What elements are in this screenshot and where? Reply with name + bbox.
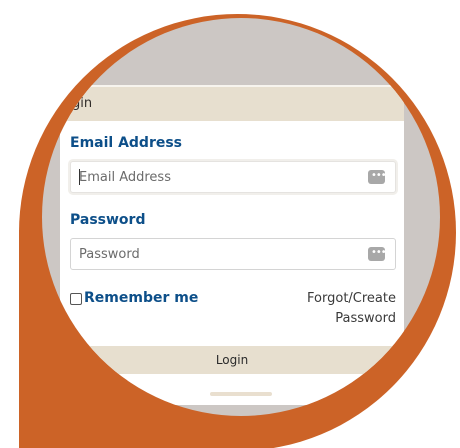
login-card: gin Email Address ••• Password ••• Remem…	[60, 85, 404, 405]
card-header-title: gin	[72, 96, 93, 111]
password-label: Password	[70, 212, 146, 228]
magnifier-lens: gin Email Address ••• Password ••• Remem…	[42, 18, 440, 416]
password-field[interactable]	[71, 239, 369, 269]
stage: gin Email Address ••• Password ••• Remem…	[0, 0, 460, 448]
text-caret	[79, 169, 80, 185]
remember-me-label[interactable]: Remember me	[84, 290, 198, 306]
login-button[interactable]: Login	[60, 346, 404, 374]
card-header: gin	[60, 87, 404, 121]
bottom-tab-strip	[210, 392, 272, 396]
email-field-box: •••	[70, 161, 396, 193]
email-label: Email Address	[70, 135, 183, 151]
password-manager-icon[interactable]: •••	[368, 247, 387, 261]
lens-content: gin Email Address ••• Password ••• Remem…	[42, 18, 440, 416]
login-button-label: Login	[215, 353, 249, 367]
password-manager-icon[interactable]: •••	[368, 170, 387, 184]
forgot-create-password-link[interactable]: Forgot/Create Password	[276, 289, 396, 329]
remember-me-checkbox[interactable]	[70, 293, 82, 305]
password-field-box: •••	[70, 238, 396, 270]
email-field[interactable]	[71, 162, 369, 192]
